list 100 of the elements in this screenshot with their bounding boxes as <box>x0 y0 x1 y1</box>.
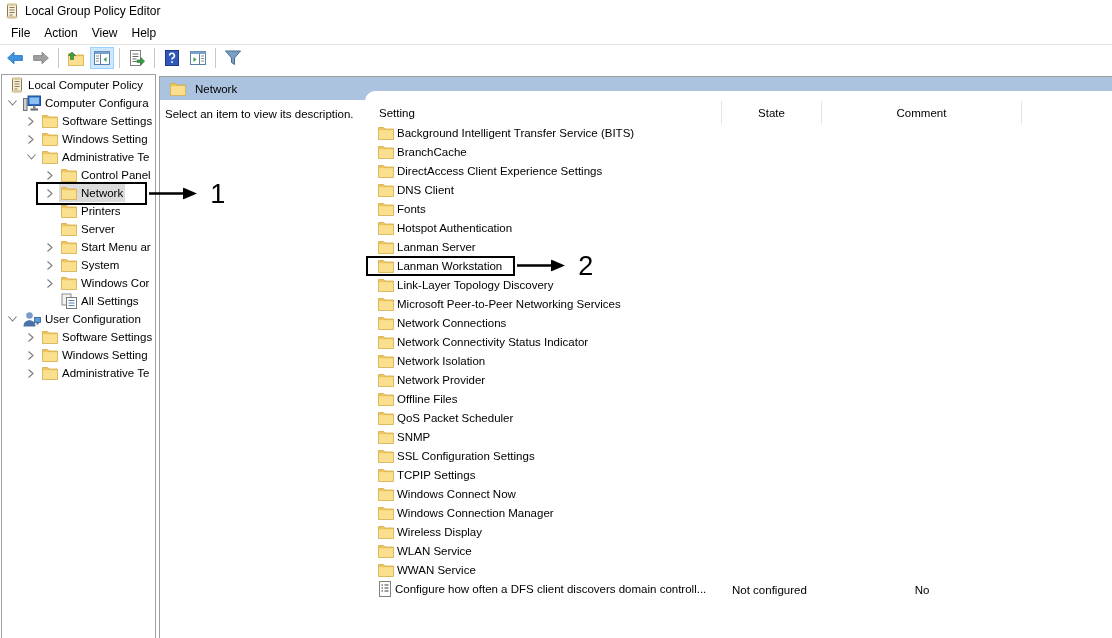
setting-name[interactable]: Windows Connect Now <box>397 487 516 500</box>
chevron-right-icon[interactable] <box>28 350 34 360</box>
setting-name[interactable]: Link-Layer Topology Discovery <box>397 278 554 291</box>
folder-icon <box>378 334 394 349</box>
documents-icon <box>61 293 77 309</box>
tree-item[interactable]: Administrative Te <box>40 148 152 166</box>
menu-item[interactable]: Action <box>37 24 85 42</box>
folder-icon <box>378 182 394 197</box>
folder-icon <box>378 220 394 235</box>
menu-item[interactable]: Help <box>124 24 164 42</box>
folder-icon <box>170 81 186 96</box>
folder-icon <box>378 163 394 178</box>
setting-name[interactable]: Lanman Workstation <box>397 259 503 272</box>
callout-number: 2 <box>578 252 594 279</box>
setting-name[interactable]: Network Connections <box>397 316 507 329</box>
folder-icon <box>378 505 394 520</box>
arrow-left-icon <box>7 51 23 65</box>
tree-item[interactable]: All Settings <box>59 292 141 310</box>
setting-name[interactable]: Fonts <box>397 202 426 215</box>
tree-item[interactable]: Server <box>59 220 117 238</box>
window-title: Local Group Policy Editor <box>25 4 161 18</box>
setting-name[interactable]: WWAN Service <box>397 563 476 576</box>
tree-item[interactable]: Computer Configura <box>21 94 151 112</box>
console-tree-button[interactable] <box>90 47 114 69</box>
setting-name[interactable]: Hotspot Authentication <box>397 221 513 234</box>
chevron-right-icon[interactable] <box>28 332 34 342</box>
tree-item[interactable]: Administrative Te <box>40 364 152 382</box>
setting-name[interactable]: Background Intelligent Transfer Service (BITS) <box>397 126 635 139</box>
tree-item[interactable]: Local Computer Policy <box>8 76 146 94</box>
folder-icon <box>42 114 58 128</box>
folder-icon <box>42 366 58 380</box>
document-arrow-icon <box>129 50 145 66</box>
column-header[interactable]: Setting <box>365 101 722 124</box>
callout-number: 1 <box>210 180 226 207</box>
folder-icon <box>378 448 394 463</box>
chevron-down-icon[interactable] <box>26 154 36 160</box>
setting-name[interactable]: DirectAccess Client Experience Settings <box>397 164 603 177</box>
chevron-right-icon[interactable] <box>28 116 34 126</box>
tree-item[interactable]: Software Settings <box>40 328 155 346</box>
folder-icon <box>61 222 77 236</box>
tree-item[interactable]: Windows Setting <box>40 346 150 364</box>
setting-name[interactable]: Configure how often a DFS client discovers domain controll... <box>395 582 707 595</box>
folder-icon <box>42 348 58 362</box>
setting-name[interactable]: DNS Client <box>397 183 454 196</box>
tree-item[interactable]: Network <box>59 184 126 202</box>
folder-icon <box>61 186 77 200</box>
setting-name[interactable]: Microsoft Peer-to-Peer Networking Services <box>397 297 621 310</box>
chevron-right-icon[interactable] <box>28 368 34 378</box>
setting-name[interactable]: Network Provider <box>397 373 486 386</box>
chevron-right-icon[interactable] <box>28 134 34 144</box>
folder-icon <box>378 258 394 273</box>
setting-name[interactable]: QoS Packet Scheduler <box>397 411 514 424</box>
menu-item[interactable]: File <box>4 24 38 42</box>
column-header[interactable]: Comment <box>822 101 1022 124</box>
callout-arrow <box>149 187 198 200</box>
folder-icon <box>378 144 394 159</box>
setting-name[interactable]: Windows Connection Manager <box>397 506 554 519</box>
state-text: Not configured <box>732 583 807 596</box>
folder-icon <box>378 296 394 311</box>
pane-layout-icon <box>94 51 110 65</box>
folder-icon <box>378 201 394 216</box>
pane-layout-icon <box>190 51 206 65</box>
chevron-right-icon[interactable] <box>47 260 53 270</box>
folder-arrow-icon <box>68 50 84 66</box>
folder-icon <box>378 543 394 558</box>
computer-icon <box>23 95 41 111</box>
folder-icon <box>42 330 58 344</box>
setting-name[interactable]: BranchCache <box>397 145 467 158</box>
chevron-right-icon[interactable] <box>47 170 53 180</box>
tree-item[interactable]: Printers <box>59 202 123 220</box>
help-icon <box>165 50 179 66</box>
setting-name[interactable]: Lanman Server <box>397 240 476 253</box>
setting-name[interactable]: SNMP <box>397 430 431 443</box>
tree-item[interactable]: Windows Cor <box>59 274 152 292</box>
setting-name[interactable]: WLAN Service <box>397 544 472 557</box>
tree-item[interactable]: Windows Setting <box>40 130 150 148</box>
folder-icon <box>61 240 77 254</box>
chevron-right-icon[interactable] <box>47 242 53 252</box>
column-header[interactable]: State <box>722 101 822 124</box>
pane-title: Network <box>195 82 238 95</box>
setting-name[interactable]: Offline Files <box>397 392 458 405</box>
chevron-right-icon[interactable] <box>47 278 53 288</box>
setting-name[interactable]: TCPIP Settings <box>397 468 476 481</box>
tree-item[interactable]: System <box>59 256 122 274</box>
setting-name[interactable]: Network Connectivity Status Indicator <box>397 335 589 348</box>
tree-item[interactable]: Software Settings <box>40 112 155 130</box>
setting-name[interactable]: SSL Configuration Settings <box>397 449 535 462</box>
setting-name[interactable]: Network Isolation <box>397 354 486 367</box>
menu-item[interactable]: View <box>84 24 125 42</box>
folder-icon <box>378 315 394 330</box>
arrow-right-icon <box>33 51 49 65</box>
setting-name[interactable]: Wireless Display <box>397 525 482 538</box>
chevron-down-icon[interactable] <box>7 100 17 106</box>
tree-item[interactable]: User Configuration <box>21 310 143 328</box>
chevron-right-icon[interactable] <box>47 188 53 198</box>
folder-icon <box>378 524 394 539</box>
tree-item[interactable]: Start Menu ar <box>59 238 153 256</box>
description-text: Select an item to view its description. <box>165 108 354 120</box>
tree-item[interactable]: Control Panel <box>59 166 153 184</box>
chevron-down-icon[interactable] <box>7 316 17 322</box>
